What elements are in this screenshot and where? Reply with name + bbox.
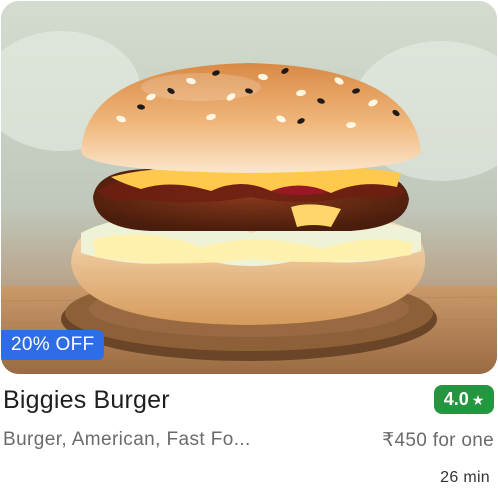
rating-value: 4.0 <box>443 389 469 409</box>
burger-image <box>1 1 497 374</box>
restaurant-card[interactable]: 20% OFF Biggies Burger 4.0 ★ Burger, Ame… <box>0 0 498 499</box>
restaurant-name[interactable]: Biggies Burger <box>3 386 170 415</box>
restaurant-image[interactable]: 20% OFF <box>1 1 497 374</box>
delivery-time: 26 min <box>440 469 490 486</box>
offer-badge: 20% OFF <box>1 330 105 360</box>
rating-badge: 4.0 ★ <box>434 385 494 414</box>
price-for-one: ₹450 for one <box>382 430 494 451</box>
cuisine-list: Burger, American, Fast Fo... <box>3 429 251 450</box>
star-icon: ★ <box>471 391 485 408</box>
